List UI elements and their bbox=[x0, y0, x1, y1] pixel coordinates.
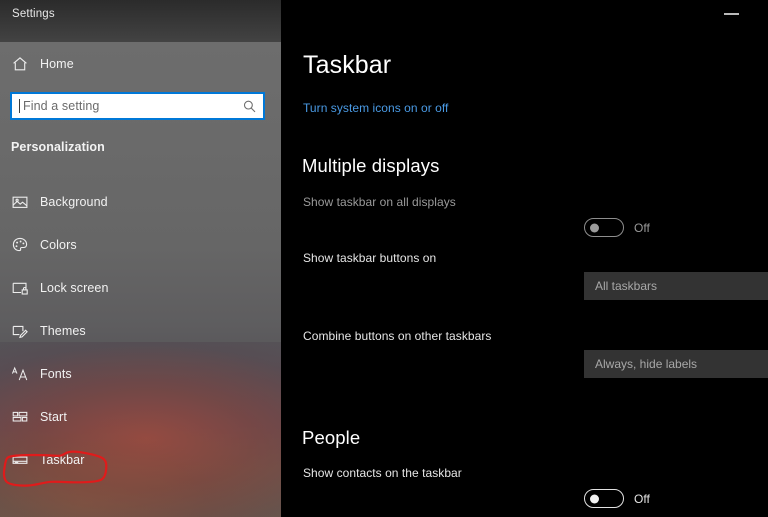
home-icon bbox=[11, 55, 29, 73]
sidebar-item-lock-screen[interactable]: Lock screen bbox=[0, 270, 272, 306]
minimize-button[interactable] bbox=[700, 0, 762, 28]
sidebar-scrollbar[interactable] bbox=[273, 42, 278, 517]
turn-system-icons-link[interactable]: Turn system icons on or off bbox=[303, 100, 448, 116]
start-icon bbox=[11, 408, 29, 426]
sidebar-section-title: Personalization bbox=[11, 140, 105, 154]
toggle-knob bbox=[590, 494, 599, 503]
themes-icon bbox=[11, 322, 29, 340]
combo-show-taskbar-buttons-on-value: All taskbars bbox=[595, 279, 658, 293]
label-show-contacts-on-the-taskbar: Show contacts on the taskbar bbox=[303, 466, 462, 480]
content-pane: Taskbar Turn system icons on or off Mult… bbox=[281, 42, 768, 517]
toggle-knob bbox=[590, 223, 599, 232]
search-input[interactable]: Find a setting bbox=[10, 92, 265, 120]
combo-show-taskbar-buttons-on[interactable]: All taskbars bbox=[584, 272, 768, 300]
sidebar-item-fonts-label: Fonts bbox=[40, 367, 72, 381]
title-bar-right-region bbox=[281, 0, 768, 42]
settings-window: Settings Home Find a setting Personaliza… bbox=[0, 0, 768, 517]
page-title: Taskbar bbox=[303, 51, 392, 79]
search-caret bbox=[19, 99, 20, 113]
toggle-show-contacts-on-the-taskbar[interactable] bbox=[584, 489, 624, 508]
sidebar-item-fonts[interactable]: Fonts bbox=[0, 356, 272, 392]
group-heading-multiple-displays: Multiple displays bbox=[302, 155, 440, 176]
sidebar-item-themes[interactable]: Themes bbox=[0, 313, 272, 349]
search-placeholder: Find a setting bbox=[23, 99, 100, 113]
sidebar-item-background[interactable]: Background bbox=[0, 184, 272, 220]
lock-screen-icon bbox=[11, 279, 29, 297]
sidebar-item-themes-label: Themes bbox=[40, 324, 86, 338]
sidebar-item-home[interactable]: Home bbox=[0, 46, 272, 82]
label-show-taskbar-buttons-on: Show taskbar buttons on bbox=[303, 251, 437, 265]
label-combine-buttons-on-other-taskbars: Combine buttons on other taskbars bbox=[303, 329, 492, 343]
sidebar-item-background-label: Background bbox=[40, 195, 108, 209]
group-heading-people: People bbox=[302, 427, 361, 448]
toggle-state-show-taskbar-on-all-displays: Off bbox=[634, 221, 650, 235]
sidebar-item-start-label: Start bbox=[40, 410, 67, 424]
image-icon bbox=[11, 193, 29, 211]
fonts-icon bbox=[11, 365, 29, 383]
window-title: Settings bbox=[12, 8, 55, 20]
sidebar-item-start[interactable]: Start bbox=[0, 399, 272, 435]
minimize-icon bbox=[724, 13, 739, 15]
search-icon[interactable] bbox=[242, 99, 257, 114]
toggle-show-taskbar-on-all-displays[interactable] bbox=[584, 218, 624, 237]
combo-combine-buttons-on-other-taskbars-value: Always, hide labels bbox=[595, 357, 698, 371]
toggle-state-show-contacts-on-the-taskbar: Off bbox=[634, 492, 650, 506]
sidebar-item-taskbar[interactable]: Taskbar bbox=[0, 442, 272, 478]
sidebar: Home Find a setting Personalization Back… bbox=[0, 42, 281, 517]
sidebar-item-colors[interactable]: Colors bbox=[0, 227, 272, 263]
palette-icon bbox=[11, 236, 29, 254]
sidebar-item-lock-screen-label: Lock screen bbox=[40, 281, 109, 295]
combo-combine-buttons-on-other-taskbars[interactable]: Always, hide labels bbox=[584, 350, 768, 378]
taskbar-icon bbox=[11, 451, 29, 469]
label-show-taskbar-on-all-displays: Show taskbar on all displays bbox=[303, 195, 456, 209]
sidebar-item-colors-label: Colors bbox=[40, 238, 77, 252]
sidebar-item-taskbar-label: Taskbar bbox=[40, 453, 85, 467]
title-bar: Settings bbox=[0, 0, 768, 42]
sidebar-item-home-label: Home bbox=[40, 57, 74, 71]
